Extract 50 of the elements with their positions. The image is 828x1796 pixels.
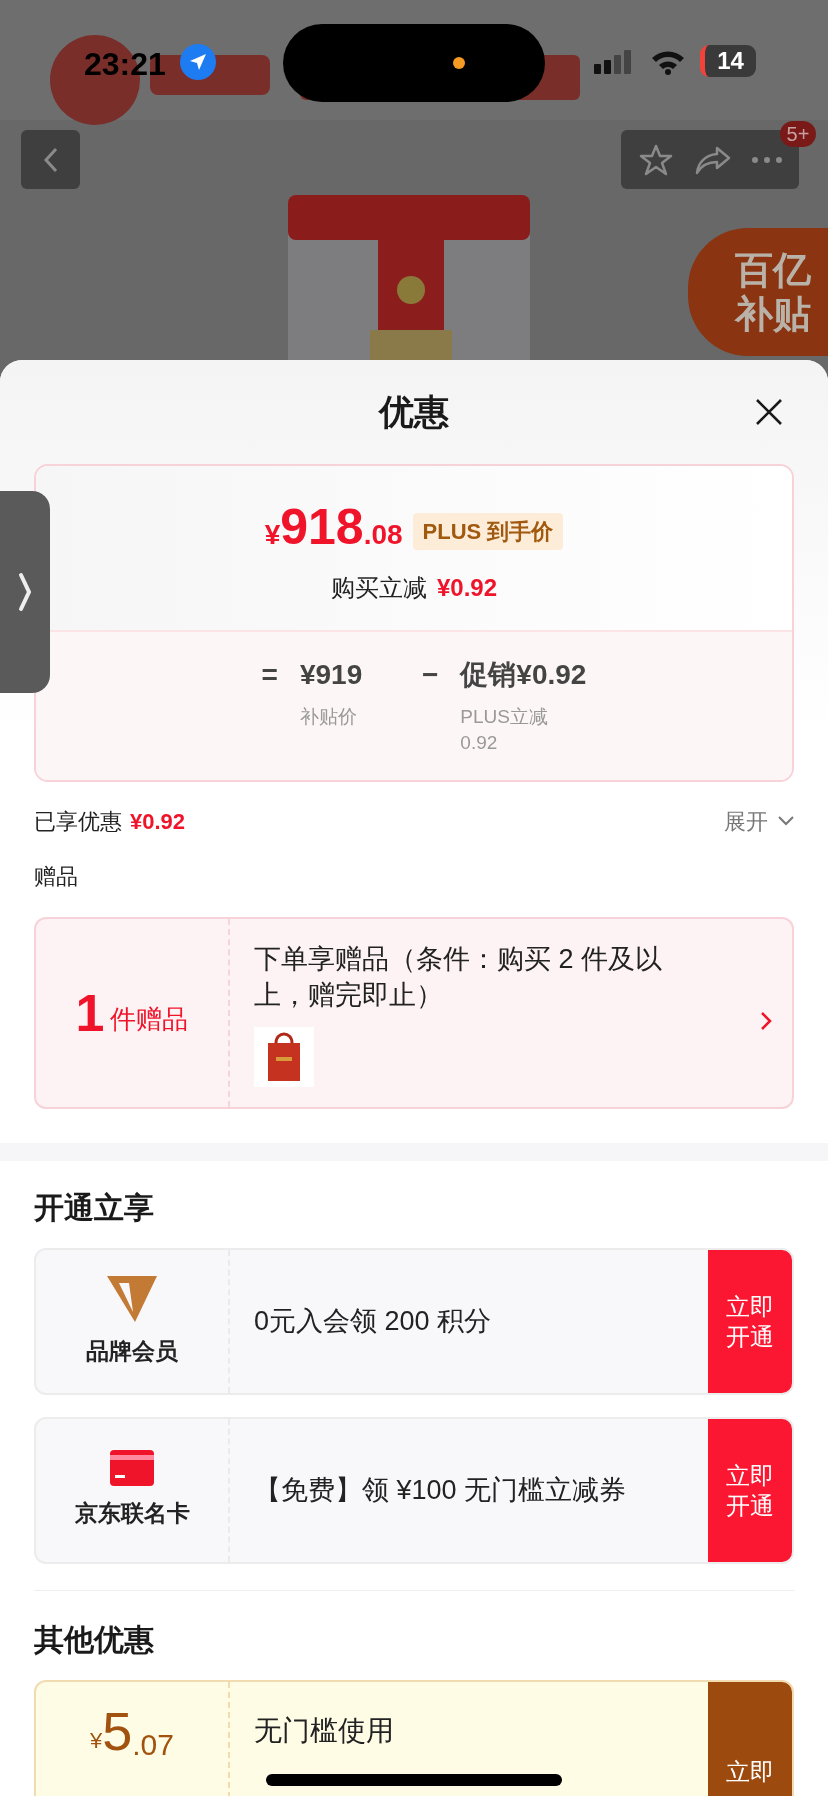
price-decimal: .08	[363, 518, 403, 552]
battery-indicator: 14	[700, 45, 756, 77]
gift-description: 下单享赠品（条件：购买 2 件及以上，赠完即止）	[254, 943, 664, 1012]
chevron-icon	[778, 816, 794, 826]
savings-amount: ¥0.92	[130, 807, 186, 836]
reduction-label: 购买立减	[330, 573, 427, 603]
price-tag: PLUS 到手价	[412, 513, 564, 550]
more-icon	[752, 156, 783, 163]
savings-label: 已享优惠	[34, 807, 122, 836]
currency-symbol: ¥	[90, 1728, 103, 1755]
star-icon	[638, 142, 673, 177]
gift-count: 1	[75, 983, 105, 1044]
claim-button[interactable]: 立即	[708, 1682, 792, 1796]
location-icon	[180, 44, 216, 80]
offer-name: 京东联名卡	[74, 1499, 190, 1529]
currency-symbol: ¥	[264, 519, 281, 552]
minus-sign: −	[421, 658, 439, 692]
section-label: 赠品	[34, 863, 79, 891]
close-icon	[754, 397, 784, 427]
expand-toggle[interactable]: 展开	[724, 804, 794, 838]
coupon-text: 无门槛使用	[254, 1715, 394, 1746]
coupon-integer: 5	[102, 1702, 133, 1760]
chevron-right-icon	[18, 572, 32, 612]
activate-button[interactable]: 立即开通	[708, 1419, 792, 1562]
wifi-icon	[651, 49, 685, 75]
offer-text: 0元入会领 200 积分	[254, 1305, 492, 1339]
coupon-decimal: .07	[132, 1727, 174, 1763]
equals-sign: =	[261, 658, 278, 692]
breakdown-value: 促销¥0.92	[460, 658, 587, 692]
reduction-amount: ¥0.92	[436, 573, 498, 603]
subsidy-text: 补贴	[735, 292, 811, 336]
offer-name: 品牌会员	[86, 1337, 178, 1367]
chevron-right-icon	[760, 1011, 772, 1031]
section-heading: 其他优惠	[34, 1622, 155, 1658]
price-integer: 918	[280, 502, 364, 552]
gift-unit: 件赠品	[110, 1002, 189, 1036]
signal-icon	[594, 50, 634, 74]
back-button[interactable]	[21, 130, 80, 189]
breakdown-label: 补贴价	[299, 705, 358, 729]
card-icon	[110, 1450, 154, 1487]
breakdown-value: ¥919	[299, 658, 364, 692]
subsidy-text: 百亿	[735, 248, 811, 292]
side-handle[interactable]	[0, 491, 50, 693]
gift-card[interactable]: 1 件赠品 下单享赠品（条件：购买 2 件及以上，赠完即止）	[34, 917, 794, 1109]
section-heading: 开通立享	[34, 1190, 155, 1226]
breakdown-label: PLUS立减 0.92	[460, 705, 549, 755]
share-icon	[695, 144, 731, 175]
offer-text: 【免费】领 ¥100 无门槛立减券	[254, 1474, 627, 1508]
activate-button[interactable]: 立即开通	[708, 1250, 792, 1393]
sheet-title: 优惠	[379, 390, 449, 433]
